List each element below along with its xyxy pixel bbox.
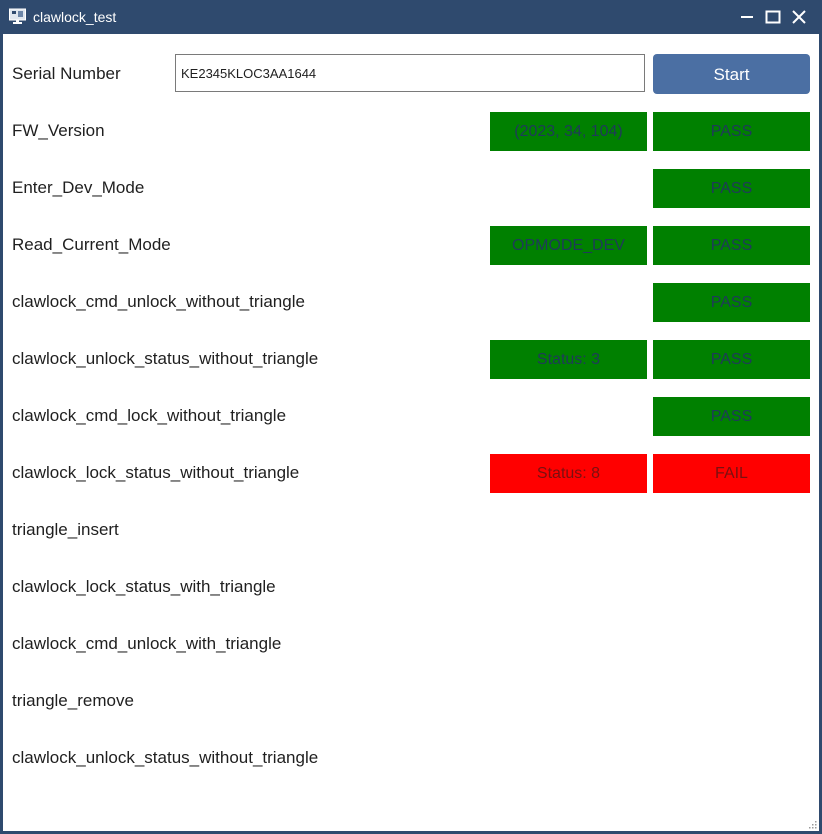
test-label-unlock-status-without-triangle: clawlock_unlock_status_without_triangle	[12, 349, 319, 368]
test-label-triangle-insert: triangle_insert	[12, 520, 119, 539]
test-label-lock-status-with-triangle: clawlock_lock_status_with_triangle	[12, 577, 276, 596]
test-result-read-current-mode: PASS	[653, 226, 810, 265]
maximize-icon[interactable]	[764, 9, 782, 25]
test-label-fw-version: FW_Version	[12, 121, 105, 140]
resize-grip-icon[interactable]	[807, 819, 817, 829]
serial-number-label: Serial Number	[12, 64, 121, 83]
serial-number-input[interactable]	[175, 54, 645, 92]
start-button[interactable]: Start	[653, 54, 810, 94]
test-label-cmd-lock-without-triangle: clawlock_cmd_lock_without_triangle	[12, 406, 287, 425]
client-area: Serial Number Start FW_Version (2023, 34…	[3, 34, 819, 831]
app-window: clawlock_test Serial Number Start FW_Ver…	[0, 0, 822, 834]
app-monitor-icon	[9, 8, 26, 24]
test-value-lock-status-without-triangle: Status: 8	[490, 454, 647, 493]
minimize-icon[interactable]	[738, 9, 756, 25]
test-result-unlock-status-without-triangle: PASS	[653, 340, 810, 379]
title-bar[interactable]: clawlock_test	[0, 0, 822, 34]
test-label-read-current-mode: Read_Current_Mode	[12, 235, 171, 254]
test-result-fw-version: PASS	[653, 112, 810, 151]
test-value-fw-version: (2023, 34, 104)	[490, 112, 647, 151]
test-value-unlock-status-without-triangle: Status: 3	[490, 340, 647, 379]
window-title: clawlock_test	[33, 9, 117, 25]
test-label-enter-dev-mode: Enter_Dev_Mode	[12, 178, 145, 197]
test-result-cmd-lock-without-triangle: PASS	[653, 397, 810, 436]
test-label-triangle-remove: triangle_remove	[12, 691, 134, 710]
test-label-lock-status-without-triangle: clawlock_lock_status_without_triangle	[12, 463, 300, 482]
close-icon[interactable]	[790, 9, 808, 25]
test-result-cmd-unlock-without-triangle: PASS	[653, 283, 810, 322]
test-label-unlock-status-without-triangle-final: clawlock_unlock_status_without_triangle	[12, 748, 319, 767]
test-result-enter-dev-mode: PASS	[653, 169, 810, 208]
test-value-read-current-mode: OPMODE_DEV	[490, 226, 647, 265]
test-label-cmd-unlock-without-triangle: clawlock_cmd_unlock_without_triangle	[12, 292, 305, 311]
test-label-cmd-unlock-with-triangle: clawlock_cmd_unlock_with_triangle	[12, 634, 282, 653]
test-result-lock-status-without-triangle: FAIL	[653, 454, 810, 493]
